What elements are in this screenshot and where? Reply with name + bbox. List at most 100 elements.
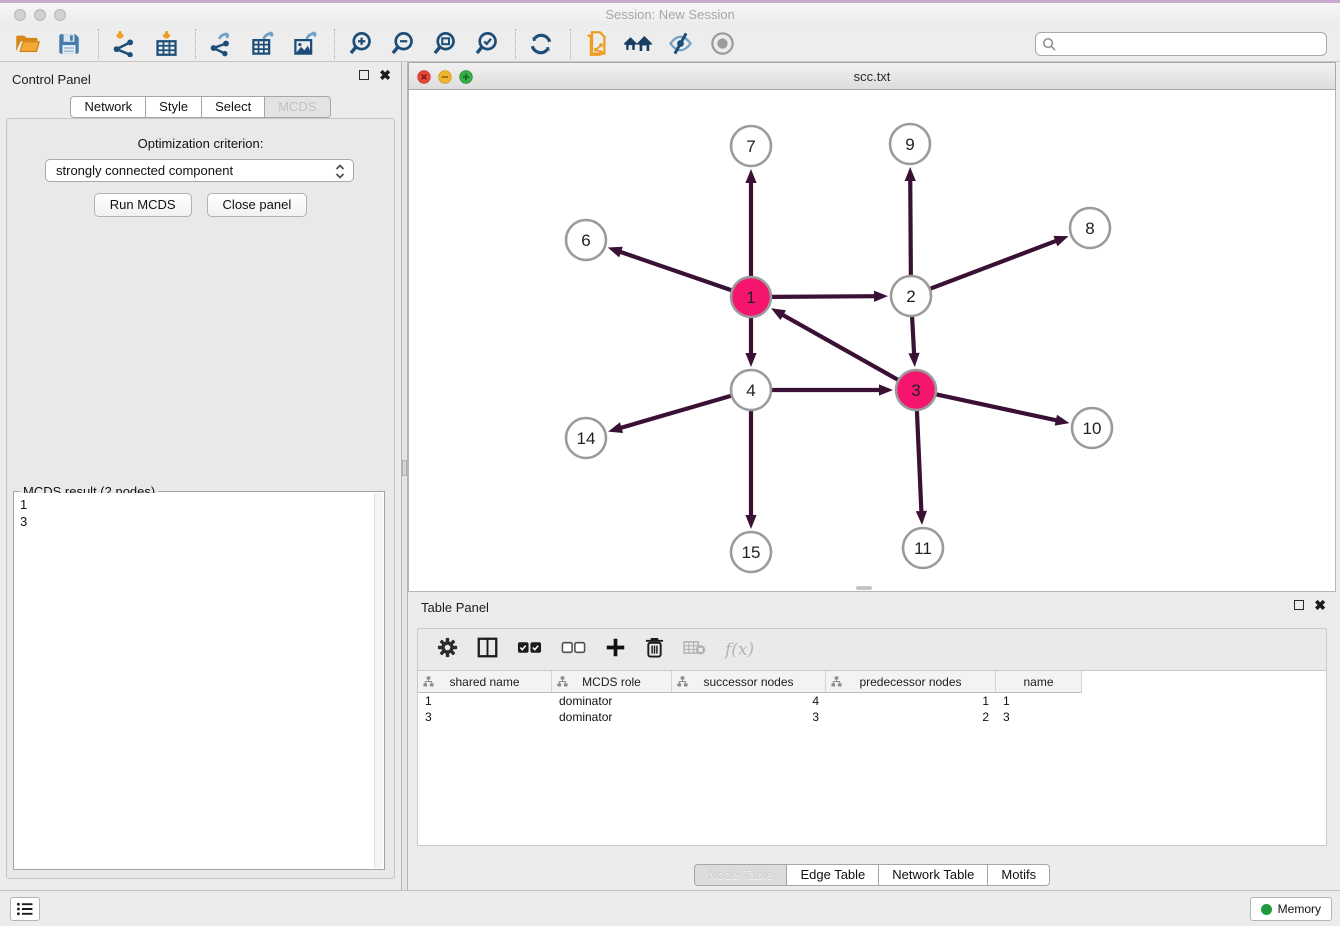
cell-predecessor-nodes[interactable]: 2: [826, 709, 996, 725]
cell-predecessor-nodes[interactable]: 1: [826, 693, 996, 709]
tab-edge-table[interactable]: Edge Table: [787, 864, 879, 886]
graph-node-label: 14: [577, 429, 596, 448]
network-canvas[interactable]: 7968124314101511: [408, 90, 1336, 592]
cell-shared-name[interactable]: 3: [418, 709, 552, 725]
import-network-button[interactable]: [109, 29, 139, 59]
hierarchy-sort-icon: [423, 676, 434, 687]
export-table-button[interactable]: [248, 29, 278, 59]
cell-name[interactable]: 3: [996, 709, 1082, 725]
export-table-icon: [250, 30, 277, 57]
column-header-successor-nodes[interactable]: successor nodes: [672, 671, 826, 693]
float-table-panel-icon[interactable]: [1294, 600, 1304, 610]
tab-style[interactable]: Style: [146, 96, 202, 118]
network-file-button[interactable]: [581, 29, 611, 59]
cell-MCDS-role[interactable]: dominator: [552, 709, 672, 725]
graph-edge-1-2[interactable]: [772, 296, 877, 297]
close-table-panel-icon[interactable]: ✖: [1314, 600, 1326, 610]
panel-splitter[interactable]: [401, 62, 408, 890]
toolbar-separator: [515, 29, 516, 59]
graph-edge-4-14[interactable]: [619, 396, 731, 429]
zoom-fit-button[interactable]: [429, 29, 459, 59]
show-column-panel-button[interactable]: [477, 637, 498, 663]
result-item[interactable]: 3: [20, 513, 368, 530]
table-panel: Table Panel ✖: [408, 592, 1336, 890]
hierarchy-sort-icon: [831, 676, 842, 687]
graph-edge-2-3[interactable]: [912, 317, 914, 356]
gear-icon: [437, 637, 458, 658]
table-row[interactable]: 3dominator323: [418, 709, 1326, 725]
tab-select[interactable]: Select: [202, 96, 265, 118]
graph-edge-3-10[interactable]: [937, 394, 1059, 420]
task-history-button[interactable]: [10, 897, 40, 921]
zoom-in-button[interactable]: [345, 29, 375, 59]
graph-edge-arrowhead: [608, 247, 623, 258]
graph-edge-1-6[interactable]: [618, 251, 731, 290]
column-header-predecessor-nodes[interactable]: predecessor nodes: [826, 671, 996, 693]
delete-column-button[interactable]: [645, 637, 664, 663]
table-settings-button[interactable]: [437, 637, 458, 663]
graph-edge-arrowhead: [745, 353, 756, 367]
cell-MCDS-role[interactable]: dominator: [552, 693, 672, 709]
table-panel-tabs: Node TableEdge TableNetwork TableMotifs: [408, 864, 1336, 886]
home-networks-button[interactable]: [623, 29, 653, 59]
node-table[interactable]: shared nameMCDS rolesuccessor nodes prede…: [417, 670, 1327, 846]
mcds-result-list[interactable]: 13: [15, 493, 373, 868]
tab-node-table[interactable]: Node Table: [694, 864, 788, 886]
network-file-icon: [583, 30, 610, 57]
trash-icon: [645, 637, 664, 658]
result-item[interactable]: 1: [20, 496, 368, 513]
result-scrollbar[interactable]: [374, 493, 383, 868]
eye-icon: [709, 30, 736, 57]
tab-network-table[interactable]: Network Table: [879, 864, 988, 886]
select-all-columns-button[interactable]: [517, 641, 542, 659]
search-input[interactable]: [1035, 32, 1327, 56]
optimization-criterion-label: Optimization criterion:: [7, 136, 394, 151]
column-header-name[interactable]: name: [996, 671, 1082, 693]
column-header-shared-name[interactable]: shared name: [418, 671, 552, 693]
network-window-titlebar: scc.txt: [408, 62, 1336, 90]
graph-edge-2-8[interactable]: [931, 240, 1059, 288]
graph-edge-arrowhead: [908, 353, 919, 367]
import-table-button[interactable]: [151, 29, 181, 59]
canvas-scroll-indicator[interactable]: [856, 586, 872, 590]
add-column-button[interactable]: [605, 637, 626, 663]
optimization-criterion-select[interactable]: strongly connected component: [45, 159, 354, 182]
cell-name[interactable]: 1: [996, 693, 1082, 709]
close-panel-icon[interactable]: ✖: [379, 70, 391, 80]
column-header-MCDS-role[interactable]: MCDS role: [552, 671, 672, 693]
zoom-selected-button[interactable]: [471, 29, 501, 59]
tab-mcds[interactable]: MCDS: [265, 96, 330, 118]
main-toolbar: [0, 26, 1340, 62]
table-body: 1dominator4113dominator323: [418, 693, 1326, 725]
run-mcds-button[interactable]: Run MCDS: [94, 193, 192, 217]
apply-layout-button[interactable]: [526, 29, 556, 59]
zoom-out-button[interactable]: [387, 29, 417, 59]
graph-edge-2-9[interactable]: [910, 178, 911, 275]
show-graphics-details-button[interactable]: [707, 29, 737, 59]
export-image-button[interactable]: [290, 29, 320, 59]
memory-button[interactable]: Memory: [1250, 897, 1332, 921]
cell-successor-nodes[interactable]: 3: [672, 709, 826, 725]
control-panel-icons: ✖: [359, 70, 391, 80]
graph-edge-3-11[interactable]: [917, 411, 922, 514]
table-row[interactable]: 1dominator411: [418, 693, 1326, 709]
column-header-label: predecessor nodes: [859, 675, 961, 689]
cell-successor-nodes[interactable]: 4: [672, 693, 826, 709]
deselect-all-columns-button[interactable]: [561, 641, 586, 659]
open-session-button[interactable]: [12, 29, 42, 59]
splitter-grip[interactable]: [402, 460, 407, 476]
status-bar: Memory: [0, 890, 1340, 926]
tab-motifs[interactable]: Motifs: [988, 864, 1050, 886]
refresh-icon: [528, 31, 554, 57]
cell-shared-name[interactable]: 1: [418, 693, 552, 709]
hide-graphics-details-button[interactable]: [665, 29, 695, 59]
save-session-button[interactable]: [54, 29, 84, 59]
graph-edge-3-1[interactable]: [781, 314, 898, 380]
close-panel-button[interactable]: Close panel: [207, 193, 308, 217]
graph-edge-arrowhead: [874, 291, 888, 302]
graph-edge-arrowhead: [916, 511, 927, 525]
control-panel: Control Panel ✖ NetworkStyleSelectMCDS O…: [0, 62, 401, 890]
tab-network[interactable]: Network: [70, 96, 146, 118]
float-panel-icon[interactable]: [359, 70, 369, 80]
export-network-button[interactable]: [206, 29, 236, 59]
